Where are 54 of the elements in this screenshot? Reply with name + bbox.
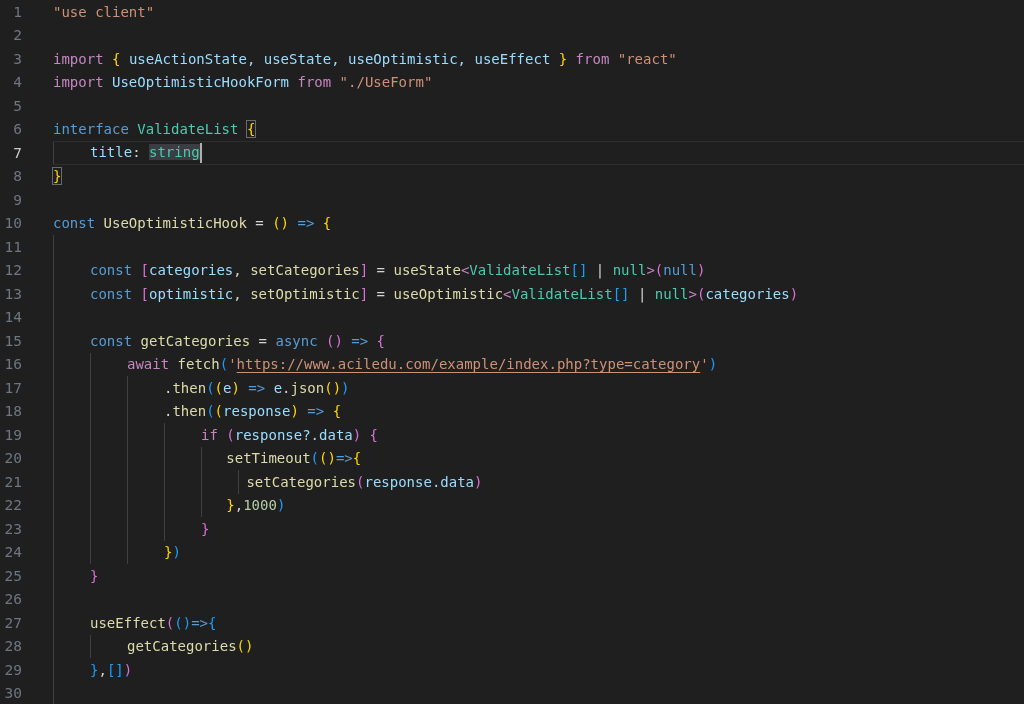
line-number: 6 [12, 121, 22, 138]
line-number: 27 [3, 614, 22, 631]
code-line: if (response?.data) { [200, 426, 379, 443]
line-number: 2 [12, 27, 22, 44]
line-number: 29 [3, 661, 22, 678]
line-number: 7 [12, 144, 22, 161]
code-line: .then((e) => e.json()) [163, 379, 350, 396]
line-number: 20 [3, 450, 22, 467]
code-line: setTimeout(()=>{ [225, 450, 362, 467]
code-line: await fetch('https://www.aciledu.com/example/index.php?type=category') [126, 356, 718, 373]
code-line: } [200, 520, 210, 537]
line-number: 17 [3, 379, 22, 396]
code-link[interactable]: https://www.aciledu.com/example/index.php?type=category [236, 356, 701, 373]
line-number: 11 [3, 238, 22, 255]
line-number: 16 [3, 356, 22, 373]
code-line: interface ValidateList { [53, 121, 256, 138]
code-line: },[]) [89, 661, 133, 678]
line-number: 28 [3, 638, 22, 655]
line-number: 9 [12, 191, 22, 208]
code-line: const [optimistic, setOptimistic] = useOptimistic<ValidateList[] | null>(categories) [89, 285, 799, 302]
code-line: } [53, 168, 62, 185]
code-line: const getCategories = async () => { [89, 332, 386, 349]
line-number: 30 [3, 685, 22, 702]
line-number: 24 [3, 544, 22, 561]
code-line: title: string [53, 142, 202, 163]
line-number: 3 [12, 50, 22, 67]
code-line: },1000) [225, 497, 286, 514]
code-line: useEffect(()=>{ [89, 614, 217, 631]
line-number: 4 [12, 74, 22, 91]
code-line: } [89, 567, 99, 584]
line-number: 25 [3, 567, 22, 584]
line-number: 18 [3, 403, 22, 420]
code-line: .then((response) => { [163, 403, 342, 420]
line-number: 10 [3, 215, 22, 232]
code-line: "use client" [53, 3, 155, 20]
line-number: 1 [12, 3, 22, 20]
code-line: setCategories(response.data) [245, 473, 483, 490]
line-number: 15 [3, 332, 22, 349]
code-line: const UseOptimisticHook = () => { [53, 215, 332, 232]
line-number: 5 [12, 97, 22, 114]
line-number: 13 [3, 285, 22, 302]
code-line: }) [163, 544, 181, 561]
code-line: const [categories, setCategories] = useState<ValidateList[] | null>(null) [89, 262, 706, 279]
line-number: 19 [3, 426, 22, 443]
line-number: 12 [3, 262, 22, 279]
line-number: 26 [3, 591, 22, 608]
line-number: 14 [3, 309, 22, 326]
line-number: 22 [3, 497, 22, 514]
code-line: getCategories() [126, 638, 254, 655]
line-number: 8 [12, 168, 22, 185]
line-number: 21 [3, 473, 22, 490]
line-number: 23 [3, 520, 22, 537]
code-line: import UseOptimisticHookForm from "./UseForm" [53, 74, 433, 91]
code-line: import { useActionState, useState, useOptimistic, useEffect } from "react" [53, 50, 677, 67]
